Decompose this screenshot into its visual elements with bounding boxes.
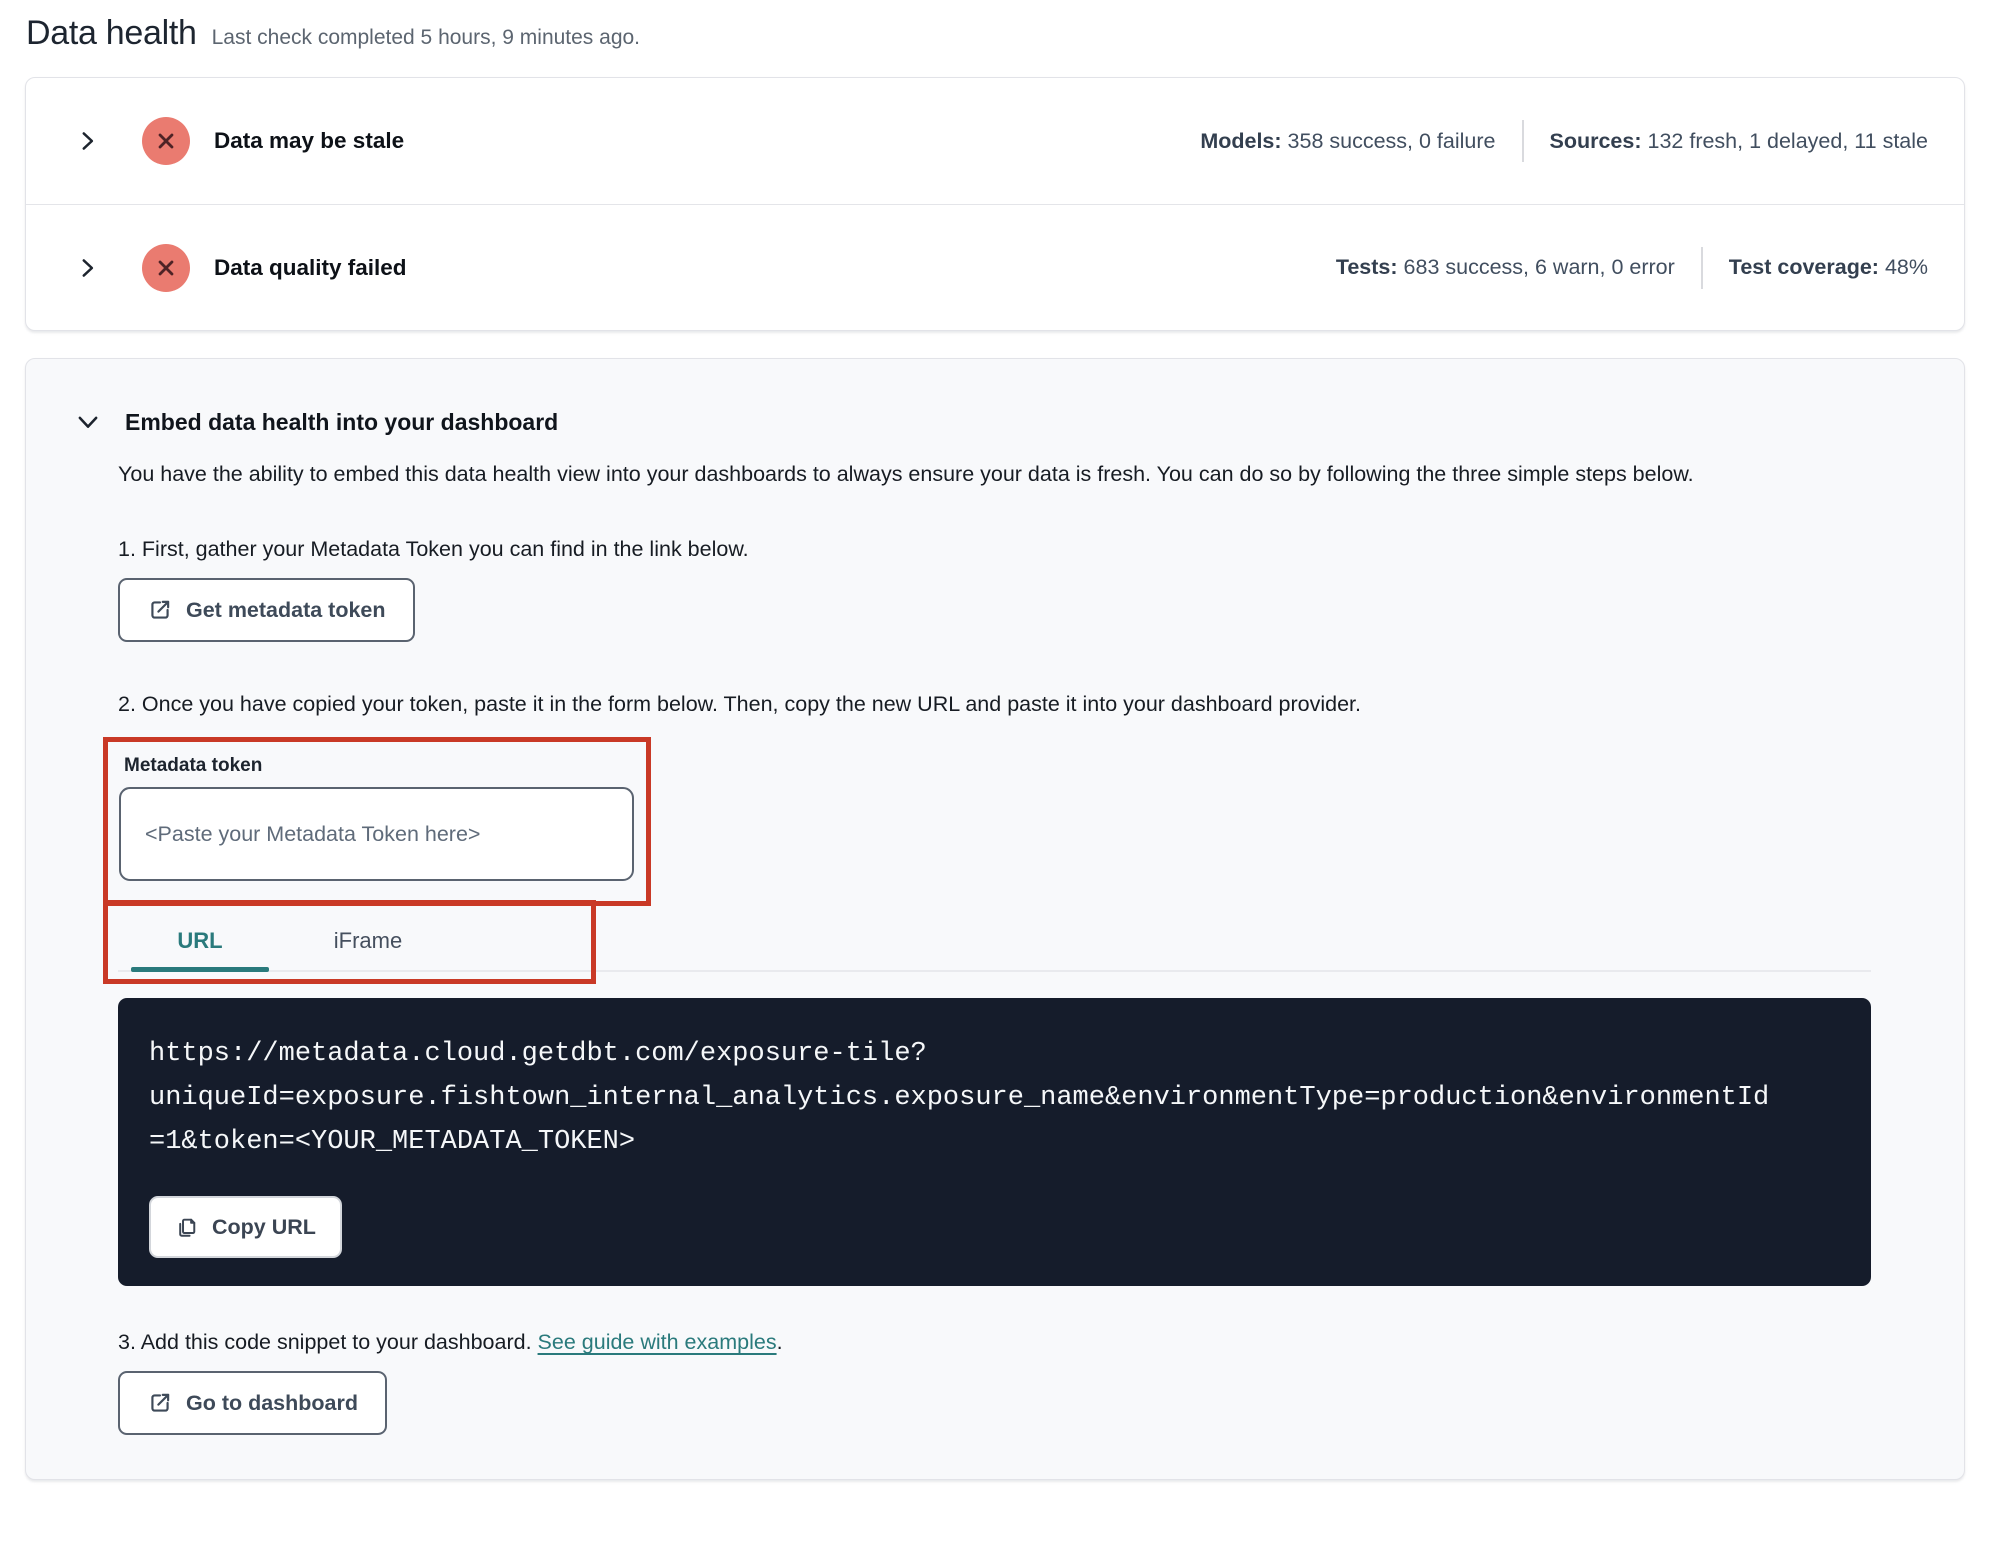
get-metadata-token-button[interactable]: Get metadata token: [118, 578, 415, 642]
copy-url-label: Copy URL: [212, 1214, 316, 1239]
expand-stale-button[interactable]: [72, 126, 102, 156]
token-field-label: Metadata token: [124, 755, 263, 776]
page-title: Data health: [26, 14, 197, 52]
step2-text: 2. Once you have copied your token, past…: [118, 692, 1361, 716]
data-health-page: Data health Last check completed 5 hours…: [0, 0, 1990, 1568]
copy-url-button[interactable]: Copy URL: [149, 1196, 342, 1258]
page-header: Data health Last check completed 5 hours…: [26, 14, 1965, 53]
embed-tabs: URL iFrame: [118, 906, 1871, 972]
last-check-status: Last check completed 5 hours, 9 minutes …: [211, 26, 641, 49]
sources-stat: Sources: 132 fresh, 1 delayed, 11 stale: [1549, 128, 1929, 153]
expand-quality-button[interactable]: [72, 253, 102, 283]
status-row-title: Data may be stale: [214, 128, 405, 153]
status-card: Data may be stale Models: 358 success, 0…: [25, 77, 1965, 331]
chevron-right-icon: [82, 132, 94, 150]
stat-divider: [1700, 246, 1703, 289]
embed-section-title: Embed data health into your dashboard: [125, 408, 559, 435]
token-annotation-box: Metadata token: [103, 737, 651, 906]
status-row-stats: Models: 358 success, 0 failure Sources: …: [1200, 120, 1928, 162]
coverage-stat: Test coverage: 48%: [1728, 255, 1928, 279]
status-row-stale[interactable]: Data may be stale Models: 358 success, 0…: [26, 78, 1964, 204]
chevron-right-icon: [82, 258, 94, 277]
embed-url-code-block: https://metadata.cloud.getdbt.com/exposu…: [118, 998, 1871, 1286]
metadata-token-input[interactable]: [119, 787, 634, 881]
step3-text: 3. Add this code snippet to your dashboa…: [118, 1330, 783, 1354]
guide-link[interactable]: See guide with examples: [538, 1330, 777, 1354]
models-stat: Models: 358 success, 0 failure: [1200, 128, 1496, 153]
step1-text: 1. First, gather your Metadata Token you…: [118, 537, 749, 561]
status-row-quality[interactable]: Data quality failed Tests: 683 success, …: [26, 204, 1964, 330]
code-line: =1&token=<YOUR_METADATA_TOKEN>: [149, 1127, 636, 1157]
external-link-icon: [151, 600, 170, 619]
status-row-title: Data quality failed: [214, 254, 407, 280]
x-icon: [158, 133, 174, 149]
embed-section-header[interactable]: Embed data health into your dashboard: [73, 407, 1964, 437]
copy-icon: [179, 1218, 196, 1237]
error-status-icon: [142, 243, 190, 292]
embed-tabs-section: URL iFrame: [26, 900, 1964, 984]
external-link-icon: [151, 1393, 170, 1412]
tab-url[interactable]: URL: [131, 906, 269, 972]
collapse-embed-button[interactable]: [73, 407, 103, 437]
tab-iframe[interactable]: iFrame: [293, 906, 443, 970]
stat-divider: [1521, 120, 1524, 162]
embed-description: You have the ability to embed this data …: [118, 462, 1694, 486]
error-status-icon: [142, 117, 190, 165]
get-metadata-token-label: Get metadata token: [186, 597, 386, 622]
tests-stat: Tests: 683 success, 6 warn, 0 error: [1335, 255, 1675, 279]
chevron-down-icon: [78, 416, 98, 428]
code-line: https://metadata.cloud.getdbt.com/exposu…: [149, 1039, 927, 1069]
go-to-dashboard-button[interactable]: Go to dashboard: [118, 1371, 387, 1435]
embed-section: Embed data health into your dashboard Yo…: [25, 358, 1965, 1480]
x-icon: [158, 260, 174, 275]
code-line: uniqueId=exposure.fishtown_internal_anal…: [149, 1083, 1770, 1113]
status-row-stats: Tests: 683 success, 6 warn, 0 error Test…: [1335, 246, 1928, 289]
go-to-dashboard-label: Go to dashboard: [186, 1390, 358, 1415]
